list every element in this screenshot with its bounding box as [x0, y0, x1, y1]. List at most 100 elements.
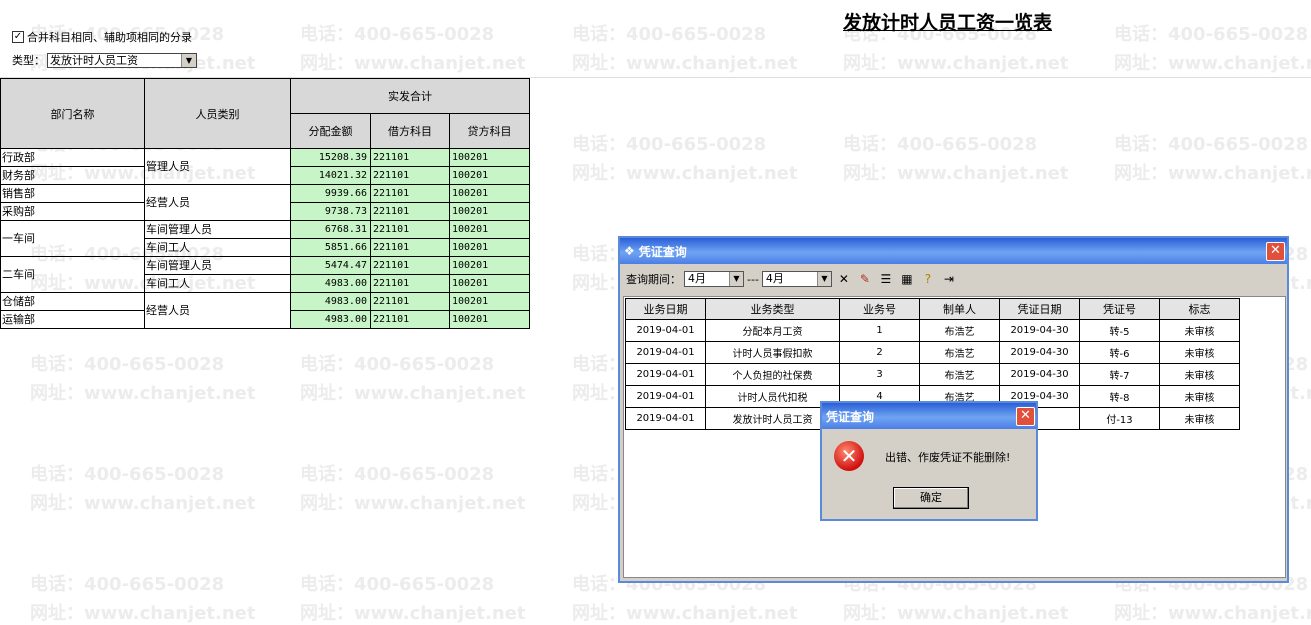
salary-table-body: 行政部 管理人员 15208.39 221101 100201 财务部 14021.32 22… [0, 148, 530, 329]
voucher-column-header[interactable]: 标志 [1159, 298, 1240, 320]
voucher-cell: 2019-04-30 [999, 341, 1080, 364]
help-icon[interactable]: ? [919, 270, 937, 288]
error-dialog-titlebar[interactable]: 凭证查询 [822, 403, 1036, 429]
merge-option[interactable]: ✓ 合并科目相同、辅助项相同的分录 [12, 29, 192, 45]
period-separator: --- [747, 272, 759, 286]
credit-cell: 100201 [449, 202, 530, 221]
merge-checkbox[interactable]: ✓ [12, 31, 24, 43]
watermark-site: 网址：www.chanjet.net [843, 603, 1069, 624]
type-row: 类型： 发放计时人员工资 ▼ [12, 52, 197, 68]
period-to-select[interactable]: 4月 ▼ [761, 271, 832, 287]
amount-cell: 9939.66 [290, 184, 371, 203]
watermark-site: 网址：www.chanjet.net [843, 53, 1069, 74]
watermark-site: 网址：www.chanjet.net [572, 603, 798, 624]
chevron-down-icon[interactable]: ▼ [729, 272, 743, 286]
period-to-value: 4月 [765, 272, 784, 285]
dept-cell: 采购部 [0, 202, 145, 221]
type-label: 类型： [12, 54, 45, 67]
header-category: 人员类别 [144, 78, 291, 149]
voucher-column-header[interactable]: 制单人 [919, 298, 1000, 320]
type-select[interactable]: 发放计时人员工资 ▼ [47, 52, 197, 68]
dept-cell: 销售部 [0, 184, 145, 203]
credit-cell: 100201 [449, 166, 530, 185]
debit-cell: 221101 [370, 256, 450, 275]
voucher-row[interactable]: 2019-04-01 计时人员事假扣款 2 布浩艺 2019-04-30 转-6 未审核 [625, 341, 1240, 364]
watermark-phone: 电话：400-665-0028 [1114, 24, 1309, 45]
dept-cell: 二车间 [0, 256, 145, 293]
delete-icon[interactable]: ✕ [835, 270, 853, 288]
voucher-column-header[interactable]: 业务类型 [705, 298, 840, 320]
debit-cell: 221101 [370, 220, 450, 239]
voucher-row[interactable]: 2019-04-01 个人负担的社保费 3 布浩艺 2019-04-30 转-7 未审核 [625, 363, 1240, 386]
credit-cell: 100201 [449, 148, 530, 167]
voucher-query-titlebar[interactable]: ❖ 凭证查询 [620, 238, 1287, 264]
dept-cell: 仓储部 [0, 292, 145, 311]
period-row: 查询期间： 4月 ▼ --- 4月 ▼ ✕ ✎ ☰ ▦ ? ⇥ [626, 270, 958, 288]
chevron-down-icon[interactable]: ▼ [816, 272, 831, 286]
watermark-phone: 电话：400-665-0028 [30, 574, 225, 595]
voucher-cell: 转-6 [1079, 341, 1160, 364]
voucher-cell: 计时人员事假扣款 [705, 341, 840, 364]
error-dialog-title: 凭证查询 [826, 409, 875, 424]
voucher-cell: 2019-04-01 [625, 407, 706, 430]
watermark-site: 网址：www.chanjet.net [843, 163, 1069, 184]
watermark-site: 网址：www.chanjet.net [572, 53, 798, 74]
page-title: 发放计时人员工资一览表 [843, 12, 1053, 34]
voucher-column-header[interactable]: 凭证号 [1079, 298, 1160, 320]
amount-cell: 6768.31 [290, 220, 371, 239]
amount-cell: 5851.66 [290, 238, 371, 257]
watermark-phone: 电话：400-665-0028 [572, 134, 767, 155]
period-label: 查询期间： [626, 273, 681, 286]
close-icon[interactable]: ✕ [1016, 407, 1035, 426]
voucher-cell: 付-13 [1079, 407, 1160, 430]
watermark-site: 网址：www.chanjet.net [30, 383, 256, 404]
app-icon: ❖ [624, 244, 635, 258]
list-icon[interactable]: ☰ [877, 270, 895, 288]
period-from-select[interactable]: 4月 ▼ [684, 271, 744, 287]
voucher-cell: 布浩艺 [919, 363, 1000, 386]
dept-cell: 运输部 [0, 310, 145, 329]
voucher-cell: 分配本月工资 [705, 319, 840, 342]
header-debit: 借方科目 [370, 113, 450, 149]
voucher-cell: 2019-04-30 [999, 363, 1080, 386]
debit-cell: 221101 [370, 184, 450, 203]
voucher-column-header[interactable]: 业务号 [839, 298, 920, 320]
ok-button[interactable]: 确定 [893, 487, 969, 509]
voucher-cell: 2019-04-01 [625, 319, 706, 342]
watermark-phone: 电话：400-665-0028 [30, 464, 225, 485]
voucher-row[interactable]: 2019-04-01 分配本月工资 1 布浩艺 2019-04-30 转-5 未审核 [625, 319, 1240, 342]
voucher-cell: 2019-04-01 [625, 385, 706, 408]
category-cell: 经营人员 [144, 184, 291, 221]
category-cell: 经营人员 [144, 292, 291, 329]
merge-label: 合并科目相同、辅助项相同的分录 [27, 31, 192, 44]
chevron-down-icon[interactable]: ▼ [181, 53, 196, 67]
voucher-cell: 未审核 [1159, 407, 1240, 430]
salary-table: 部门名称 人员类别 实发合计 分配金额 借方科目 贷方科目 行政部 管理人员 152… [0, 78, 530, 329]
watermark-site: 网址：www.chanjet.net [1114, 603, 1311, 624]
amount-cell: 5474.47 [290, 256, 371, 275]
dept-cell: 财务部 [0, 166, 145, 185]
debit-cell: 221101 [370, 310, 450, 329]
header-credit: 贷方科目 [449, 113, 530, 149]
close-icon[interactable]: ✕ [1266, 242, 1285, 261]
watermark-site: 网址：www.chanjet.net [300, 603, 526, 624]
amount-cell: 15208.39 [290, 148, 371, 167]
grid-icon[interactable]: ▦ [898, 270, 916, 288]
error-icon: ✕ [834, 441, 864, 471]
watermark-site: 网址：www.chanjet.net [30, 603, 256, 624]
watermark-phone: 电话：400-665-0028 [300, 354, 495, 375]
category-cell: 车间工人 [144, 238, 291, 257]
edit-icon[interactable]: ✎ [856, 270, 874, 288]
voucher-column-header[interactable]: 凭证日期 [999, 298, 1080, 320]
voucher-cell: 个人负担的社保费 [705, 363, 840, 386]
voucher-column-header[interactable]: 业务日期 [625, 298, 706, 320]
watermark-site: 网址：www.chanjet.net [1114, 163, 1311, 184]
watermark-site: 网址：www.chanjet.net [300, 53, 526, 74]
header-dept: 部门名称 [0, 78, 145, 149]
table-row: 销售部 经营人员 9939.66 221101 100201 [0, 184, 530, 221]
debit-cell: 221101 [370, 148, 450, 167]
dept-cell: 行政部 [0, 148, 145, 167]
watermark-site: 网址：www.chanjet.net [30, 493, 256, 514]
exit-icon[interactable]: ⇥ [940, 270, 958, 288]
voucher-cell: 未审核 [1159, 363, 1240, 386]
